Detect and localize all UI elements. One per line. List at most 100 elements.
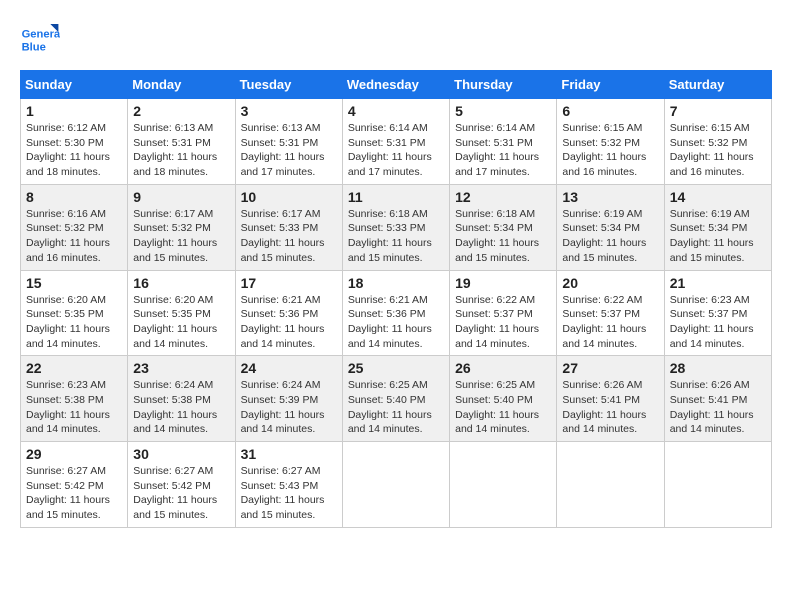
day-info: Sunrise: 6:26 AM Sunset: 5:41 PM Dayligh… [670, 378, 766, 437]
sunset-text: Sunset: 5:31 PM [455, 137, 533, 149]
day-cell-30: 30 Sunrise: 6:27 AM Sunset: 5:42 PM Dayl… [128, 442, 235, 528]
sunset-text: Sunset: 5:32 PM [26, 222, 104, 234]
weekday-header-wednesday: Wednesday [342, 71, 449, 99]
empty-cell [557, 442, 664, 528]
daylight-text: Daylight: 11 hours and 18 minutes. [133, 151, 217, 178]
daylight-text: Daylight: 11 hours and 14 minutes. [26, 323, 110, 350]
sunrise-text: Sunrise: 6:17 AM [241, 208, 321, 220]
daylight-text: Daylight: 11 hours and 16 minutes. [670, 151, 754, 178]
day-number: 25 [348, 360, 444, 376]
sunrise-text: Sunrise: 6:18 AM [348, 208, 428, 220]
day-info: Sunrise: 6:19 AM Sunset: 5:34 PM Dayligh… [562, 207, 658, 266]
daylight-text: Daylight: 11 hours and 15 minutes. [670, 237, 754, 264]
sunrise-text: Sunrise: 6:27 AM [133, 465, 213, 477]
day-number: 31 [241, 446, 337, 462]
daylight-text: Daylight: 11 hours and 16 minutes. [26, 237, 110, 264]
sunrise-text: Sunrise: 6:19 AM [562, 208, 642, 220]
day-cell-14: 14 Sunrise: 6:19 AM Sunset: 5:34 PM Dayl… [664, 184, 771, 270]
sunrise-text: Sunrise: 6:27 AM [26, 465, 106, 477]
sunset-text: Sunset: 5:37 PM [562, 308, 640, 320]
sunrise-text: Sunrise: 6:20 AM [133, 294, 213, 306]
sunset-text: Sunset: 5:34 PM [562, 222, 640, 234]
day-info: Sunrise: 6:27 AM Sunset: 5:43 PM Dayligh… [241, 464, 337, 523]
day-info: Sunrise: 6:14 AM Sunset: 5:31 PM Dayligh… [348, 121, 444, 180]
day-info: Sunrise: 6:25 AM Sunset: 5:40 PM Dayligh… [455, 378, 551, 437]
sunrise-text: Sunrise: 6:26 AM [670, 379, 750, 391]
day-info: Sunrise: 6:13 AM Sunset: 5:31 PM Dayligh… [133, 121, 229, 180]
daylight-text: Daylight: 11 hours and 14 minutes. [348, 409, 432, 436]
sunset-text: Sunset: 5:32 PM [562, 137, 640, 149]
day-number: 28 [670, 360, 766, 376]
day-cell-2: 2 Sunrise: 6:13 AM Sunset: 5:31 PM Dayli… [128, 99, 235, 185]
day-cell-20: 20 Sunrise: 6:22 AM Sunset: 5:37 PM Dayl… [557, 270, 664, 356]
day-info: Sunrise: 6:21 AM Sunset: 5:36 PM Dayligh… [348, 293, 444, 352]
empty-cell [664, 442, 771, 528]
sunset-text: Sunset: 5:33 PM [348, 222, 426, 234]
sunrise-text: Sunrise: 6:14 AM [348, 122, 428, 134]
daylight-text: Daylight: 11 hours and 16 minutes. [562, 151, 646, 178]
day-number: 16 [133, 275, 229, 291]
day-info: Sunrise: 6:16 AM Sunset: 5:32 PM Dayligh… [26, 207, 122, 266]
day-info: Sunrise: 6:12 AM Sunset: 5:30 PM Dayligh… [26, 121, 122, 180]
day-info: Sunrise: 6:18 AM Sunset: 5:34 PM Dayligh… [455, 207, 551, 266]
day-number: 21 [670, 275, 766, 291]
sunset-text: Sunset: 5:36 PM [348, 308, 426, 320]
day-cell-13: 13 Sunrise: 6:19 AM Sunset: 5:34 PM Dayl… [557, 184, 664, 270]
day-cell-22: 22 Sunrise: 6:23 AM Sunset: 5:38 PM Dayl… [21, 356, 128, 442]
day-number: 20 [562, 275, 658, 291]
sunrise-text: Sunrise: 6:24 AM [133, 379, 213, 391]
sunrise-text: Sunrise: 6:15 AM [562, 122, 642, 134]
daylight-text: Daylight: 11 hours and 14 minutes. [455, 323, 539, 350]
sunrise-text: Sunrise: 6:13 AM [133, 122, 213, 134]
day-info: Sunrise: 6:18 AM Sunset: 5:33 PM Dayligh… [348, 207, 444, 266]
sunset-text: Sunset: 5:41 PM [562, 394, 640, 406]
day-cell-21: 21 Sunrise: 6:23 AM Sunset: 5:37 PM Dayl… [664, 270, 771, 356]
sunrise-text: Sunrise: 6:13 AM [241, 122, 321, 134]
sunset-text: Sunset: 5:37 PM [455, 308, 533, 320]
day-number: 10 [241, 189, 337, 205]
day-info: Sunrise: 6:24 AM Sunset: 5:39 PM Dayligh… [241, 378, 337, 437]
sunrise-text: Sunrise: 6:12 AM [26, 122, 106, 134]
sunrise-text: Sunrise: 6:22 AM [455, 294, 535, 306]
day-info: Sunrise: 6:20 AM Sunset: 5:35 PM Dayligh… [133, 293, 229, 352]
day-number: 14 [670, 189, 766, 205]
sunset-text: Sunset: 5:43 PM [241, 480, 319, 492]
sunset-text: Sunset: 5:40 PM [348, 394, 426, 406]
daylight-text: Daylight: 11 hours and 14 minutes. [562, 409, 646, 436]
sunset-text: Sunset: 5:37 PM [670, 308, 748, 320]
day-cell-23: 23 Sunrise: 6:24 AM Sunset: 5:38 PM Dayl… [128, 356, 235, 442]
day-info: Sunrise: 6:24 AM Sunset: 5:38 PM Dayligh… [133, 378, 229, 437]
day-number: 18 [348, 275, 444, 291]
logo: General Blue [20, 20, 60, 60]
day-cell-7: 7 Sunrise: 6:15 AM Sunset: 5:32 PM Dayli… [664, 99, 771, 185]
weekday-header-sunday: Sunday [21, 71, 128, 99]
day-cell-12: 12 Sunrise: 6:18 AM Sunset: 5:34 PM Dayl… [450, 184, 557, 270]
day-number: 22 [26, 360, 122, 376]
day-info: Sunrise: 6:14 AM Sunset: 5:31 PM Dayligh… [455, 121, 551, 180]
day-cell-18: 18 Sunrise: 6:21 AM Sunset: 5:36 PM Dayl… [342, 270, 449, 356]
day-cell-29: 29 Sunrise: 6:27 AM Sunset: 5:42 PM Dayl… [21, 442, 128, 528]
day-cell-5: 5 Sunrise: 6:14 AM Sunset: 5:31 PM Dayli… [450, 99, 557, 185]
day-number: 6 [562, 103, 658, 119]
day-cell-17: 17 Sunrise: 6:21 AM Sunset: 5:36 PM Dayl… [235, 270, 342, 356]
day-number: 19 [455, 275, 551, 291]
daylight-text: Daylight: 11 hours and 15 minutes. [241, 494, 325, 521]
daylight-text: Daylight: 11 hours and 14 minutes. [455, 409, 539, 436]
day-cell-27: 27 Sunrise: 6:26 AM Sunset: 5:41 PM Dayl… [557, 356, 664, 442]
weekday-header-monday: Monday [128, 71, 235, 99]
page-header: General Blue [20, 20, 772, 60]
sunset-text: Sunset: 5:38 PM [133, 394, 211, 406]
day-info: Sunrise: 6:13 AM Sunset: 5:31 PM Dayligh… [241, 121, 337, 180]
day-number: 13 [562, 189, 658, 205]
sunset-text: Sunset: 5:42 PM [26, 480, 104, 492]
sunrise-text: Sunrise: 6:23 AM [26, 379, 106, 391]
day-number: 2 [133, 103, 229, 119]
day-info: Sunrise: 6:22 AM Sunset: 5:37 PM Dayligh… [562, 293, 658, 352]
day-number: 1 [26, 103, 122, 119]
sunset-text: Sunset: 5:35 PM [133, 308, 211, 320]
sunrise-text: Sunrise: 6:26 AM [562, 379, 642, 391]
calendar-table: SundayMondayTuesdayWednesdayThursdayFrid… [20, 70, 772, 528]
sunset-text: Sunset: 5:32 PM [670, 137, 748, 149]
daylight-text: Daylight: 11 hours and 14 minutes. [348, 323, 432, 350]
daylight-text: Daylight: 11 hours and 15 minutes. [455, 237, 539, 264]
